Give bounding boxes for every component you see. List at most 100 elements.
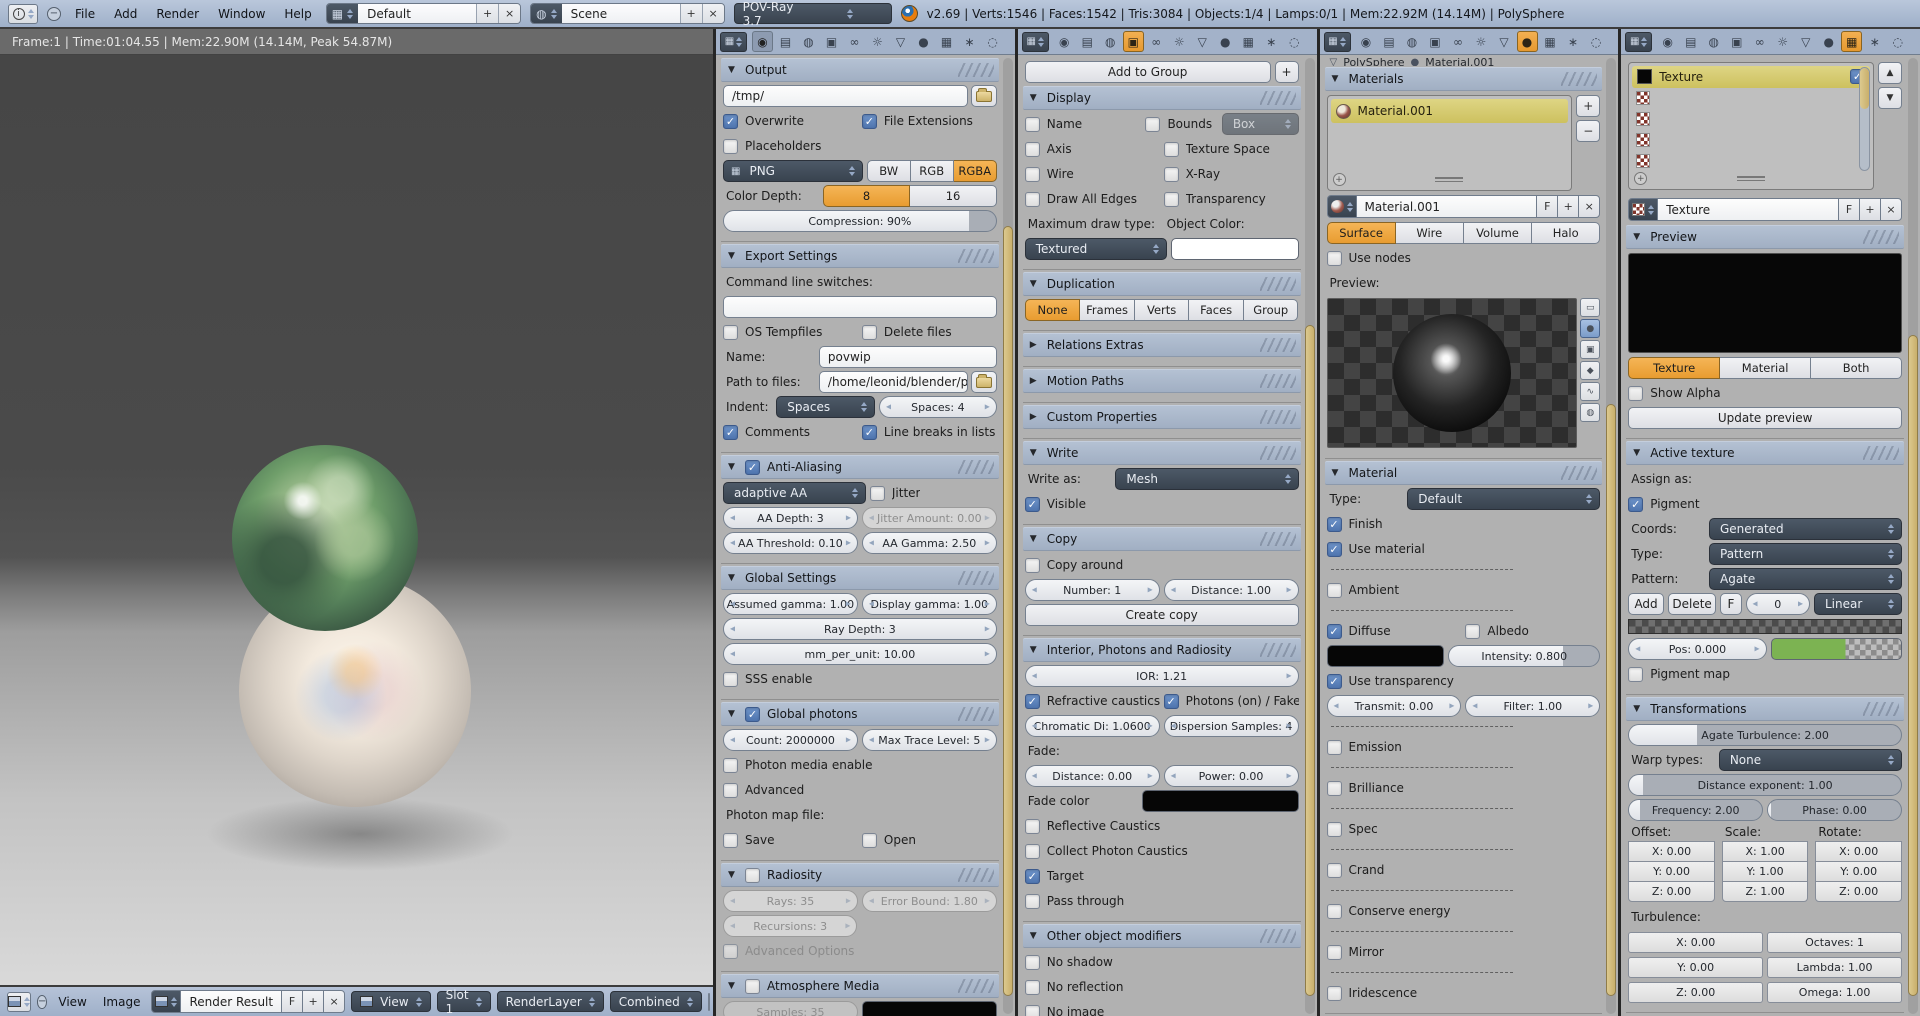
text-input-home-leonid-blender-povwip[interactable]: /home/leonid/blender/povwip/ — [819, 371, 968, 393]
list-scrollbar[interactable] — [1859, 67, 1870, 171]
section-header-global-settings[interactable]: ▼Global Settings — [721, 566, 999, 590]
increment-arrow-icon[interactable]: ▸ — [1148, 771, 1153, 782]
checkbox-bounds[interactable] — [1145, 117, 1160, 132]
slider-pos-0-000[interactable]: ◂Pos: 0.000▸ — [1628, 638, 1766, 660]
unlink-datablock-button[interactable]: × — [1880, 198, 1902, 221]
tab-physics-icon[interactable]: ◌ — [1284, 31, 1305, 52]
list-item-empty[interactable] — [1632, 88, 1870, 109]
increment-arrow-icon[interactable]: ▸ — [1148, 721, 1153, 732]
decrement-arrow-icon[interactable]: ◂ — [730, 896, 735, 907]
checkbox-no-reflection[interactable] — [1025, 980, 1040, 995]
vertical-scrollbar[interactable] — [1305, 325, 1315, 996]
checkbox-row-emission[interactable]: Emission — [1327, 740, 1601, 755]
decrement-arrow-icon[interactable]: ◂ — [730, 513, 735, 524]
section-header-preview[interactable]: ▼Preview — [1626, 225, 1904, 249]
unlink-datablock-button[interactable]: × — [1578, 195, 1600, 218]
list-resize-grip[interactable] — [1737, 176, 1765, 181]
triangle-expanded-icon[interactable]: ▼ — [728, 709, 738, 719]
preview-sphere-button[interactable]: ● — [1580, 319, 1600, 338]
section-header-output[interactable]: ▼Output — [721, 58, 999, 82]
checkbox-sss-enable[interactable] — [723, 672, 738, 687]
value-button-y-0-00[interactable]: Y: 0.00 — [1628, 957, 1763, 978]
increment-arrow-icon[interactable]: ▸ — [846, 896, 851, 907]
checkbox-row-spec[interactable]: Spec — [1327, 822, 1601, 837]
menu-add[interactable]: Add — [109, 5, 142, 23]
tab-world-icon[interactable]: ◍ — [1703, 31, 1724, 52]
triangle-expanded-icon[interactable]: ▼ — [1030, 931, 1040, 941]
checkbox-no-shadow[interactable] — [1025, 955, 1040, 970]
checkbox-brilliance[interactable] — [1327, 781, 1342, 796]
value-button-offset-y-0-00[interactable]: Y: 0.00 — [1628, 861, 1715, 882]
toggle-bw[interactable]: BW — [867, 160, 911, 182]
checkbox-row-advanced[interactable]: Advanced — [723, 783, 997, 798]
decrement-arrow-icon[interactable]: ◂ — [730, 735, 735, 746]
slider-distance-1-00[interactable]: ◂Distance: 1.00▸ — [1164, 579, 1299, 601]
material-browse-icon[interactable] — [1327, 195, 1357, 218]
slider-agate-turbulence-2-00[interactable]: Agate Turbulence: 2.00 — [1628, 724, 1902, 746]
checkbox-spec[interactable] — [1327, 822, 1342, 837]
value-button-scale-x-1-00[interactable]: X: 1.00 — [1722, 841, 1809, 862]
checkbox-row-conserve-energy[interactable]: Conserve energy — [1327, 904, 1601, 919]
tab-particles-icon[interactable]: ∗ — [1864, 31, 1885, 52]
checkbox-comments[interactable]: ✓ — [723, 425, 738, 440]
decrement-arrow-icon[interactable]: ◂ — [869, 538, 874, 549]
tab-world-icon[interactable]: ◍ — [1100, 31, 1121, 52]
tab-particles-icon[interactable]: ∗ — [1261, 31, 1282, 52]
checkbox-row-comments[interactable]: ✓Comments — [723, 425, 858, 440]
increment-arrow-icon[interactable]: ▸ — [1755, 644, 1760, 655]
checkbox-x-ray[interactable] — [1164, 167, 1179, 182]
checkbox-row-transparency[interactable]: Transparency — [1164, 192, 1299, 207]
checkbox-copy-around[interactable] — [1025, 558, 1040, 573]
decrement-arrow-icon[interactable]: ◂ — [1171, 721, 1176, 732]
breadcrumb-object-name[interactable]: PolySphere — [1343, 58, 1404, 66]
tab-texture-icon[interactable]: ▦ — [936, 31, 957, 52]
checkbox-row-use-transparency[interactable]: ✓Use transparency — [1327, 674, 1601, 689]
section-header-material[interactable]: ▼Material — [1325, 461, 1603, 485]
checkbox-file-extensions[interactable]: ✓ — [862, 114, 877, 129]
slider-rays-35[interactable]: ◂Rays: 35▸ — [723, 890, 858, 912]
increment-arrow-icon[interactable]: ▸ — [985, 896, 990, 907]
triangle-collapsed-icon[interactable]: ▶ — [1030, 412, 1040, 422]
triangle-expanded-icon[interactable]: ▼ — [728, 462, 738, 472]
slider-recursions-3[interactable]: ◂Recursions: 3▸ — [723, 915, 857, 937]
button-add[interactable]: Add — [1628, 593, 1664, 615]
dropdown-linear[interactable]: Linear — [1814, 593, 1902, 615]
triangle-collapsed-icon[interactable]: ▶ — [1030, 376, 1040, 386]
triangle-expanded-icon[interactable]: ▼ — [728, 870, 738, 880]
button-create-copy[interactable]: Create copy — [1025, 604, 1299, 626]
checkbox-conserve-energy[interactable] — [1327, 904, 1342, 919]
triangle-collapsed-icon[interactable]: ▶ — [1030, 340, 1040, 350]
dropdown-adaptive-aa[interactable]: adaptive AA — [723, 482, 866, 504]
triangle-expanded-icon[interactable]: ▼ — [1633, 704, 1643, 714]
section-header-other-object-modifiers[interactable]: ▼Other object modifiers — [1023, 924, 1301, 948]
value-button-z-0-00[interactable]: Z: 0.00 — [1628, 982, 1763, 1003]
add-material-slot-button[interactable]: + — [1576, 95, 1600, 117]
checkbox-reflective-caustics[interactable] — [1025, 819, 1040, 834]
checkbox-row-os-tempfiles[interactable]: OS Tempfiles — [723, 325, 858, 340]
slider-aa-gamma-2-50[interactable]: ◂AA Gamma: 2.50▸ — [862, 532, 997, 554]
value-button-offset-x-0-00[interactable]: X: 0.00 — [1628, 841, 1715, 862]
list-item-empty[interactable] — [1632, 150, 1870, 171]
checkbox-row-reflective-caustics[interactable]: Reflective Caustics — [1025, 819, 1299, 834]
increment-arrow-icon[interactable]: ▸ — [985, 513, 990, 524]
toggle-wire[interactable]: Wire — [1396, 222, 1464, 244]
slider-assumed-gamma-1-00[interactable]: ◂Assumed gamma: 1.00▸ — [723, 593, 858, 615]
triangle-expanded-icon[interactable]: ▼ — [1030, 93, 1040, 103]
increment-arrow-icon[interactable]: ▸ — [1588, 701, 1593, 712]
checkbox-row-overwrite[interactable]: ✓Overwrite — [723, 114, 858, 129]
menu-image[interactable]: Image — [98, 993, 146, 1011]
tab-object-icon[interactable]: ▣ — [821, 31, 842, 52]
tab-render-icon[interactable]: ◉ — [1356, 31, 1377, 52]
delete-scene-button[interactable]: × — [702, 4, 724, 23]
checkbox-os-tempfiles[interactable] — [723, 325, 738, 340]
slider-compression-90[interactable]: Compression: 90% — [723, 210, 997, 232]
checkbox-placeholders[interactable] — [723, 139, 738, 154]
slider-count-2000000[interactable]: ◂Count: 2000000▸ — [723, 729, 858, 751]
triangle-expanded-icon[interactable]: ▼ — [728, 65, 738, 75]
tab-modifiers-icon[interactable]: ☼ — [1772, 31, 1793, 52]
tab-material-icon[interactable]: ● — [1818, 31, 1839, 52]
toggle-verts[interactable]: Verts — [1135, 299, 1190, 321]
section-checkbox-atmosphere-media[interactable] — [745, 979, 760, 994]
decrement-arrow-icon[interactable]: ◂ — [1472, 701, 1477, 712]
checkbox-row-bounds[interactable]: Bounds — [1145, 117, 1217, 132]
